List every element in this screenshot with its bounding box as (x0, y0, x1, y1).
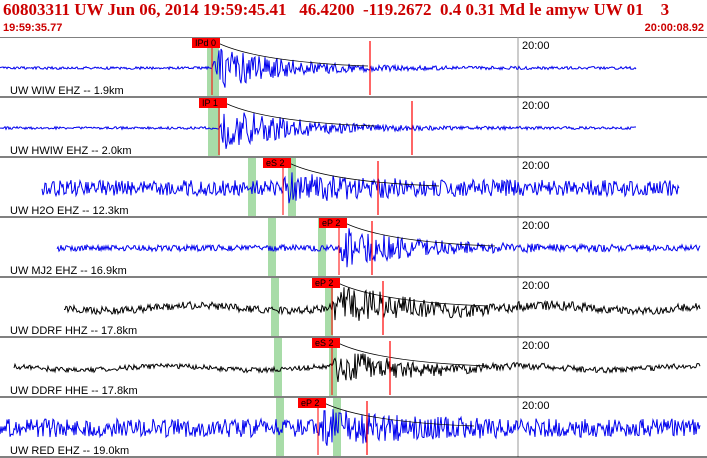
pick-label: eS 2 (266, 158, 285, 168)
minute-label: 20:00 (522, 160, 550, 172)
pick-label: IP 1 (202, 98, 218, 108)
station-label: UW WIW EHZ -- 1.9km (10, 85, 124, 97)
pick-label: IPd 0 (195, 38, 216, 48)
event-title: 60803311 UW Jun 06, 2014 19:59:45.41 46.… (3, 0, 670, 19)
station-label: UW DDRF HHE -- 17.8km (10, 385, 138, 397)
station-label: UW H2O EHZ -- 12.3km (10, 205, 129, 217)
window-start-time: 19:59:35.77 (3, 22, 63, 34)
pick-label: eP 2 (322, 218, 340, 228)
pick-window (274, 338, 282, 396)
event-header: 60803311 UW Jun 06, 2014 19:59:45.41 46.… (0, 0, 707, 37)
minute-label: 20:00 (522, 400, 550, 412)
station-label: UW HWIW EHZ -- 2.0km (10, 145, 132, 157)
station-label: UW MJ2 EHZ -- 16.9km (10, 265, 127, 277)
minute-label: 20:00 (522, 100, 550, 112)
window-end-time: 20:00:08.92 (644, 22, 704, 34)
station-label: UW DDRF HHZ -- 17.8km (10, 325, 137, 337)
pick-label: eP 2 (315, 278, 333, 288)
pick-label: eS 2 (315, 338, 334, 348)
pick-label: eP 2 (301, 398, 319, 408)
station-label: UW RED EHZ -- 19.0km (10, 445, 129, 457)
minute-label: 20:00 (522, 280, 550, 292)
minute-label: 20:00 (522, 340, 550, 352)
minute-label: 20:00 (522, 40, 550, 52)
seismogram-panel[interactable]: 20:00 IPd 0 UW WIW EHZ -- 1.9km 20:00 IP 1 UW… (0, 37, 707, 458)
minute-label: 20:00 (522, 220, 550, 232)
pick-window (248, 158, 256, 216)
